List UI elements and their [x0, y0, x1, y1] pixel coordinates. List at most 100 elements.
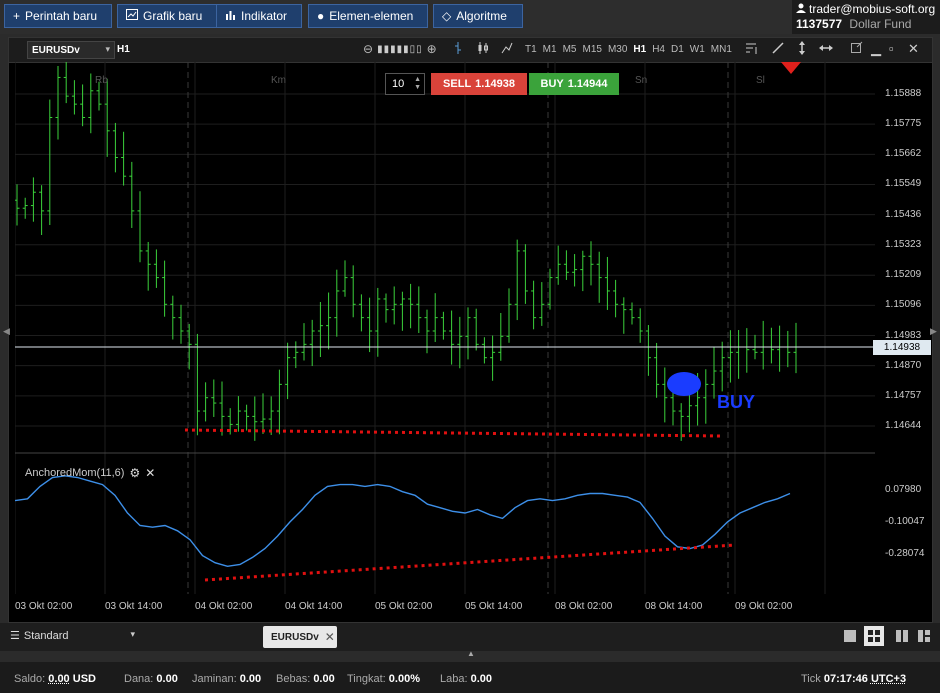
sell-label: SELL [443, 78, 472, 90]
price-chart[interactable]: Rb Km Sn Sl BUY [15, 62, 875, 594]
candle [326, 292, 332, 350]
line-chart-type-icon[interactable] [501, 41, 513, 58]
day-label-km: Km [271, 75, 286, 86]
candle [137, 191, 143, 263]
sell-button[interactable]: SELL 1.14938 [431, 73, 527, 95]
chart-toolbar: EURUSDv ▾ H1 ⊖ ▮▮▮▮▮▯▯ ⊕ T1 M1 M5 M15 M3… [9, 38, 932, 63]
layout-grid-icon[interactable] [864, 626, 884, 646]
tf-m15[interactable]: M15 [582, 44, 601, 55]
candle [662, 367, 668, 423]
horizontal-line-tool-icon[interactable] [819, 41, 833, 58]
layout-rows-icon[interactable] [918, 630, 930, 642]
bar-chart-type-icon[interactable] [453, 41, 463, 58]
close-indicator-icon[interactable]: ✕ [145, 466, 155, 480]
minimize-icon[interactable]: ▁ [871, 41, 881, 57]
tf-d1[interactable]: D1 [671, 44, 684, 55]
tf-mn1[interactable]: MN1 [711, 44, 732, 55]
new-order-button[interactable]: + Perintah baru [4, 4, 112, 28]
candle [777, 325, 783, 372]
time-tick-label: 08 Okt 14:00 [645, 601, 703, 612]
tf-m30[interactable]: M30 [608, 44, 627, 55]
layout-columns-icon[interactable] [896, 630, 908, 642]
plus-icon: + [13, 9, 21, 23]
candle [342, 260, 348, 297]
saldo-value[interactable]: 0.00 [48, 673, 69, 685]
candle [268, 396, 274, 435]
left-collapse-icon[interactable]: ◀ [3, 326, 10, 337]
chevron-down-icon: ▾ [130, 629, 135, 639]
workspace-name: Standard [23, 629, 69, 642]
price-tick-label: 1.15209 [885, 269, 922, 281]
maximize-icon[interactable]: ▫ [889, 41, 894, 56]
right-collapse-icon[interactable]: ▶ [930, 326, 937, 337]
candle [170, 295, 176, 340]
quantity-stepper-icon[interactable]: ▲ ▼ [414, 76, 421, 92]
tf-t1[interactable]: T1 [525, 44, 537, 55]
time-tick-label: 03 Okt 14:00 [105, 601, 163, 612]
layout-single-icon[interactable] [844, 630, 856, 642]
support-trendline[interactable] [184, 428, 722, 438]
elements-button[interactable]: ● Elemen-elemen [308, 4, 428, 28]
buy-annotation[interactable]: BUY [717, 392, 755, 412]
candle [153, 249, 159, 288]
tf-m1[interactable]: M1 [543, 44, 557, 55]
time-axis: 03 Okt 02:00 03 Okt 14:00 04 Okt 02:00 04 O… [15, 596, 875, 622]
saldo-currency: USD [72, 673, 96, 685]
quantity-input[interactable]: 10 ▲ ▼ [385, 73, 425, 95]
time-tick-label: 04 Okt 14:00 [285, 601, 343, 612]
algorithm-button[interactable]: ◇ Algoritme [433, 4, 523, 28]
candle [727, 330, 733, 383]
candle [252, 396, 258, 441]
candle [317, 301, 323, 358]
buy-button[interactable]: BUY 1.14944 [529, 73, 619, 95]
tf-h1[interactable]: H1 [633, 44, 646, 55]
zoom-in-icon[interactable]: ⊕ [427, 42, 437, 56]
candle [637, 308, 643, 343]
popout-icon[interactable] [851, 41, 863, 56]
buy-marker[interactable] [667, 372, 701, 396]
jaminan-label: Jaminan: [192, 673, 237, 685]
zoom-out-icon[interactable]: ⊖ [363, 42, 373, 56]
symbol-select[interactable]: EURUSDv ▾ [27, 41, 115, 59]
zoom-control: ⊖ ▮▮▮▮▮▯▯ ⊕ [363, 42, 437, 56]
candle [432, 293, 438, 342]
period-marker-icon[interactable] [781, 62, 801, 74]
tf-h4[interactable]: H4 [652, 44, 665, 55]
buy-label: BUY [540, 78, 564, 90]
candle-chart-type-icon[interactable] [477, 41, 489, 58]
candle [350, 265, 356, 318]
time-tick-label: 04 Okt 02:00 [195, 601, 253, 612]
gear-icon[interactable]: ⚙ [129, 466, 140, 480]
candle [63, 62, 69, 104]
zoom-slider[interactable]: ▮▮▮▮▮▯▯ [377, 44, 423, 55]
timezone-select[interactable]: UTC+3 [871, 673, 906, 685]
close-icon[interactable]: ✕ [908, 41, 919, 57]
account-number: 1137577 [796, 17, 843, 31]
trendline-tool-icon[interactable] [771, 41, 785, 58]
close-tab-icon[interactable]: ✕ [325, 630, 335, 644]
tf-m5[interactable]: M5 [563, 44, 577, 55]
current-timeframe: H1 [117, 44, 130, 55]
workspace-select[interactable]: ☰ Standard ▾ [10, 629, 135, 642]
time-tick-label: 05 Okt 14:00 [465, 601, 523, 612]
current-price-tag: 1.14938 [873, 340, 931, 355]
candle [449, 310, 455, 365]
timeframe-list: T1 M1 M5 M15 M30 H1 H4 D1 W1 MN1 [525, 44, 732, 55]
drawing-tool-icon[interactable] [745, 41, 759, 58]
candle [490, 335, 496, 381]
chart-tab[interactable]: EURUSDv ✕ [263, 626, 337, 648]
candle [416, 286, 422, 333]
price-tick-label: 1.15323 [885, 238, 922, 250]
candle [703, 369, 709, 424]
tf-w1[interactable]: W1 [690, 44, 705, 55]
new-chart-button[interactable]: Grafik baru [117, 4, 227, 28]
indicators-button[interactable]: Indikator [216, 4, 302, 28]
vertical-line-tool-icon[interactable] [797, 41, 807, 58]
account-panel[interactable]: trader@mobius-soft.org 1137577 Dollar Fu… [792, 0, 940, 34]
candle [785, 330, 791, 368]
user-icon [796, 2, 806, 16]
candle [645, 325, 651, 376]
candle [219, 381, 225, 436]
candle [383, 293, 389, 323]
new-chart-label: Grafik baru [143, 9, 203, 23]
